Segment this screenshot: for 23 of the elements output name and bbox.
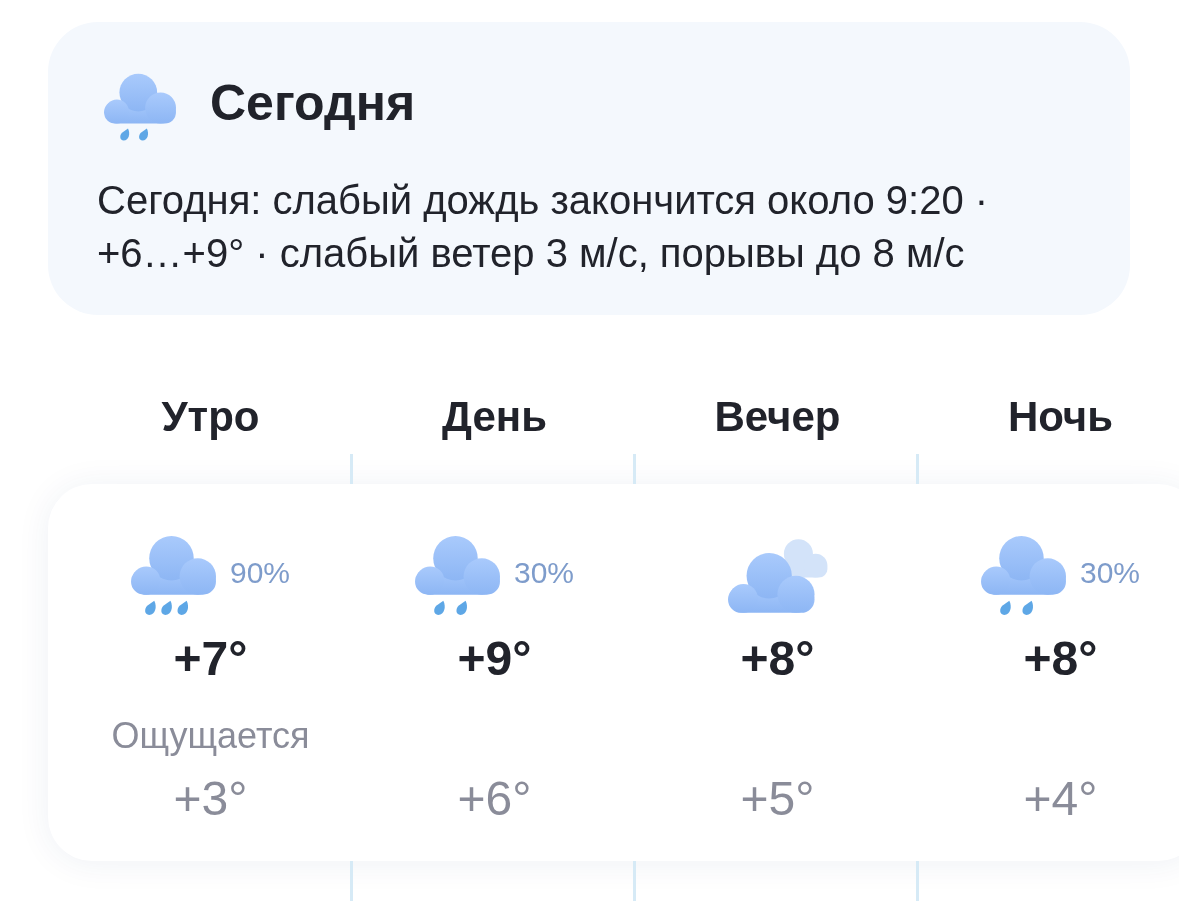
rain-cloud-icon bbox=[414, 533, 500, 617]
summary-title: Сегодня bbox=[210, 74, 416, 134]
precipitation-chance: 30% bbox=[1079, 555, 1140, 592]
feels-like-label: Ощущается bbox=[111, 714, 310, 759]
temperature: +7° bbox=[173, 634, 248, 685]
precipitation-chance: 30% bbox=[513, 555, 574, 592]
precipitation-chance: 90% bbox=[229, 555, 290, 592]
weather-summary-text: Сегодня: слабый дождь закончится около 9:20 · +6…+9° · слабый ветер 3 м/с, порывы до 8 м/с bbox=[97, 177, 990, 278]
period-heading: День bbox=[442, 392, 547, 443]
period-heading: Утро bbox=[161, 392, 260, 443]
feels-like-temperature: +4° bbox=[1023, 774, 1098, 825]
rain-cloud-icon bbox=[130, 533, 216, 617]
temperature: +8° bbox=[1023, 634, 1098, 685]
temperature: +8° bbox=[740, 634, 815, 685]
feels-like-temperature: +3° bbox=[173, 774, 248, 825]
temperature: +9° bbox=[457, 634, 532, 685]
clouds-icon bbox=[727, 537, 828, 613]
feels-like-temperature: +6° bbox=[457, 774, 532, 825]
period-heading: Ночь bbox=[1007, 392, 1114, 443]
rain-cloud-icon bbox=[980, 533, 1066, 617]
period-heading: Вечер bbox=[714, 392, 841, 443]
feels-like-temperature: +5° bbox=[740, 774, 815, 825]
rain-cloud-icon bbox=[104, 72, 176, 143]
